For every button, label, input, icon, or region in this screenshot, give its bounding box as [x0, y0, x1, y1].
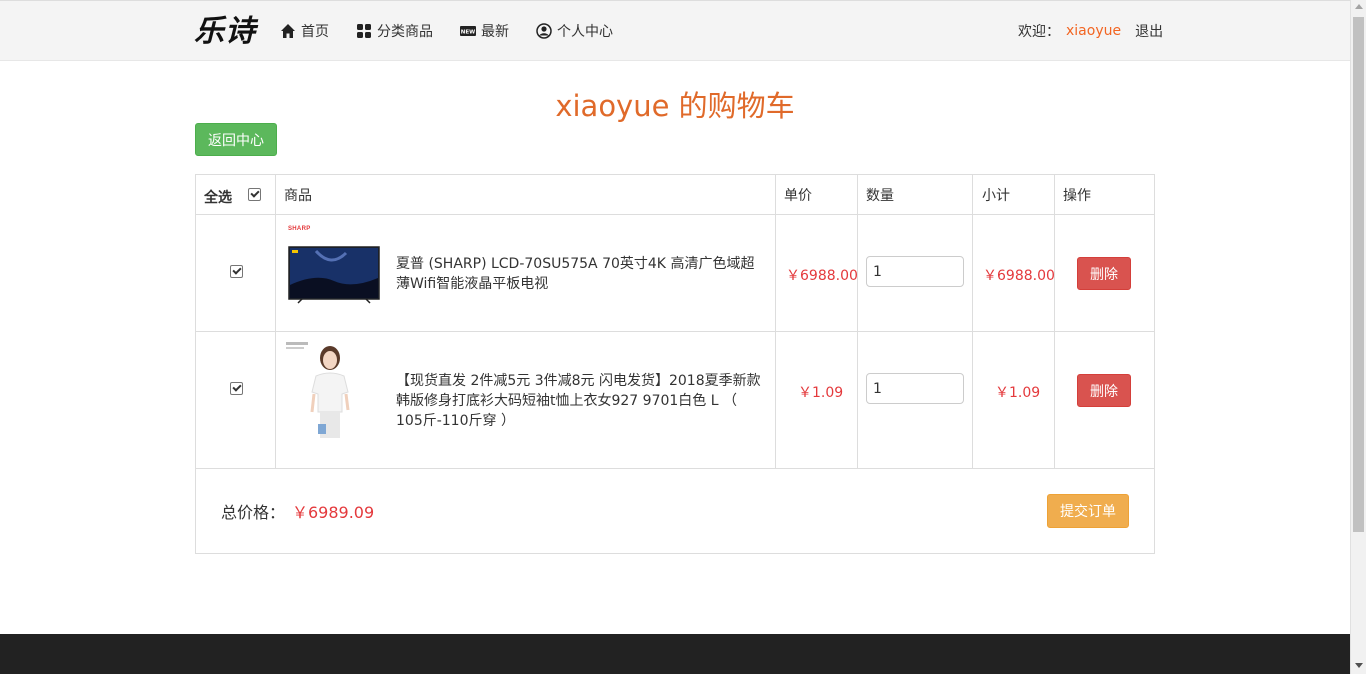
row-divider: [196, 468, 1154, 469]
header-subtotal: 小计: [982, 187, 1010, 204]
header-quantity: 数量: [866, 187, 894, 204]
scroll-up-arrow-icon[interactable]: [1355, 4, 1363, 9]
item-checkbox[interactable]: [230, 382, 243, 395]
product-image-tv[interactable]: SHARP: [286, 223, 382, 305]
column-divider: [857, 175, 858, 469]
row-divider: [196, 214, 1154, 215]
site-logo[interactable]: 乐诗: [194, 15, 256, 49]
header-product: 商品: [284, 187, 312, 204]
nav-item-label: 首页: [301, 24, 329, 40]
welcome-label: 欢迎：: [1018, 24, 1060, 40]
username-link[interactable]: xiaoyue: [1066, 23, 1121, 39]
nav-item-home[interactable]: 首页: [280, 21, 329, 41]
row-divider: [196, 331, 1154, 332]
welcome-area: 欢迎： xiaoyue 退出: [1018, 21, 1163, 41]
nav-item-newest[interactable]: NEW 最新: [460, 21, 509, 41]
column-divider: [972, 175, 973, 469]
new-badge-icon: NEW: [460, 23, 476, 39]
column-divider: [1054, 175, 1055, 469]
quantity-input[interactable]: 1: [866, 373, 964, 404]
subtotal: ￥1.09: [995, 385, 1041, 401]
unit-price: ￥6988.00: [786, 268, 858, 284]
user-circle-icon: [536, 23, 552, 39]
svg-text:NEW: NEW: [461, 30, 475, 36]
unit-price: ￥1.09: [798, 385, 844, 401]
back-to-center-button[interactable]: 返回中心: [195, 123, 277, 156]
home-icon: [280, 23, 296, 39]
total-price-label: 总价格：: [221, 503, 286, 522]
vertical-scrollbar[interactable]: [1350, 0, 1366, 674]
scrollbar-thumb[interactable]: [1353, 17, 1364, 532]
item-checkbox[interactable]: [230, 265, 243, 278]
nav-item-label: 分类商品: [377, 24, 433, 40]
select-all-checkbox[interactable]: [248, 188, 261, 201]
submit-order-button[interactable]: 提交订单: [1047, 494, 1129, 528]
total-price-value: ￥6989.09: [292, 503, 375, 522]
nav-item-profile[interactable]: 个人中心: [536, 21, 613, 41]
product-name[interactable]: 【现货直发 2件减5元 3件减8元 闪电发货】2018夏季新款韩版修身打底衫大码…: [396, 371, 768, 431]
page-title: xiaoyue 的购物车: [555, 89, 795, 123]
cart-table: 全选 商品 单价 数量 小计 操作 SHARP 夏普 (SHARP) LCD-7…: [195, 174, 1155, 554]
top-navbar: 乐诗 首页 分类商品 NEW 最新 个人中心 欢迎： xiaoyue 退出: [0, 0, 1350, 61]
header-unit-price: 单价: [784, 187, 812, 204]
quantity-input[interactable]: 1: [866, 256, 964, 287]
nav-item-label: 个人中心: [557, 24, 613, 40]
column-divider: [775, 175, 776, 469]
page-footer: [0, 634, 1350, 674]
scroll-down-arrow-icon[interactable]: [1355, 663, 1363, 668]
subtotal: ￥6988.00: [983, 268, 1055, 284]
nav-item-categories[interactable]: 分类商品: [356, 21, 433, 41]
header-action: 操作: [1063, 187, 1091, 204]
logout-link[interactable]: 退出: [1135, 21, 1163, 41]
grid-icon: [356, 23, 372, 39]
product-name[interactable]: 夏普 (SHARP) LCD-70SU575A 70英寸4K 高清广色域超薄Wi…: [396, 254, 766, 294]
delete-button[interactable]: 删除: [1077, 257, 1131, 290]
nav-item-label: 最新: [481, 24, 509, 40]
column-divider: [275, 175, 276, 469]
delete-button[interactable]: 删除: [1077, 374, 1131, 407]
select-all-label: 全选: [204, 189, 232, 206]
product-image-tshirt[interactable]: [286, 340, 366, 442]
